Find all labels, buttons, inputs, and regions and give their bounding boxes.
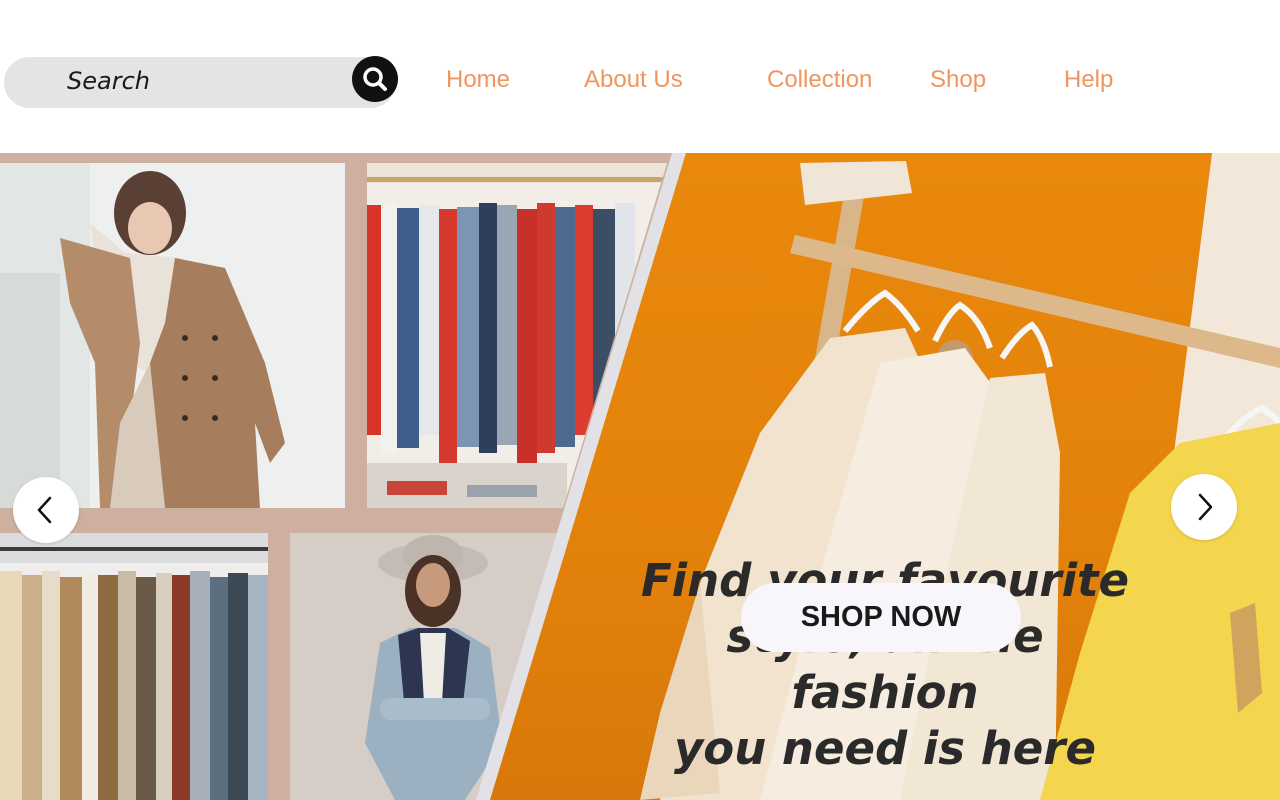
nav-help[interactable]: Help (1064, 66, 1113, 94)
header: Search Home About Us Collection Shop Hel… (0, 0, 1280, 153)
search-bar[interactable]: Search (4, 57, 396, 108)
search-icon (363, 67, 387, 91)
chevron-right-icon (1198, 493, 1213, 521)
carousel-next-button[interactable] (1171, 474, 1237, 540)
search-button[interactable] (352, 56, 398, 102)
nav-shop[interactable]: Shop (930, 66, 986, 94)
nav-about-us[interactable]: About Us (584, 66, 683, 94)
carousel-prev-button[interactable] (13, 477, 79, 543)
hero-banner: Find your favourite style, all the fashi… (0, 153, 1280, 800)
nav-home[interactable]: Home (446, 66, 510, 94)
search-input[interactable]: Search (67, 67, 150, 95)
nav-collection[interactable]: Collection (767, 66, 872, 94)
hero-headline-line-3: you need is here (673, 722, 1097, 775)
chevron-left-icon (37, 496, 52, 524)
shop-now-button[interactable]: SHOP NOW (741, 583, 1021, 652)
